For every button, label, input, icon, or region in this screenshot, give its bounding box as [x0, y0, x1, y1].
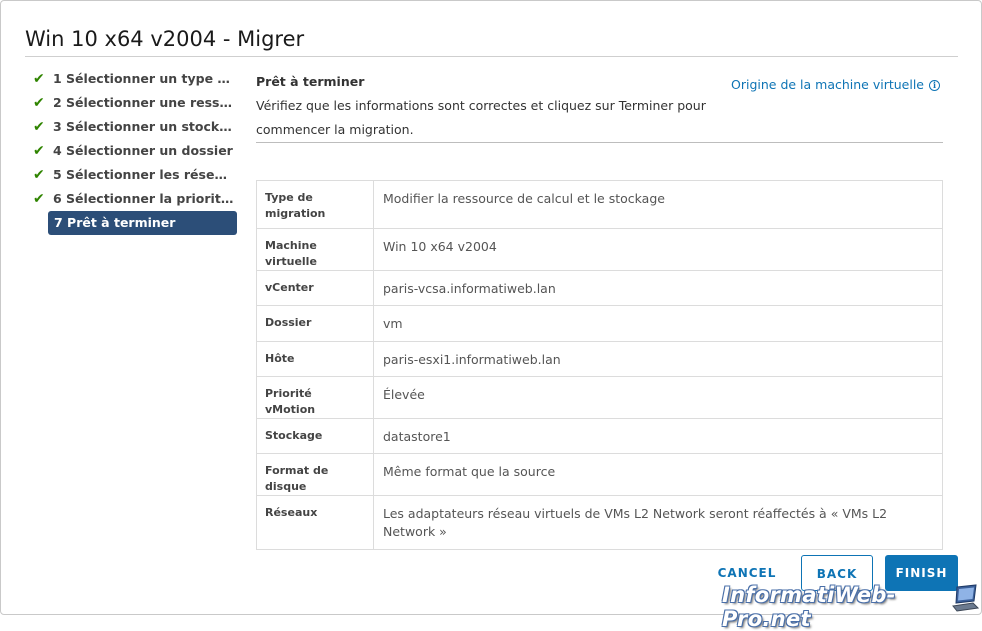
summary-key: Hôte	[256, 341, 374, 377]
summary-key: vCenter	[256, 270, 374, 306]
checkmark-icon: ✔	[33, 95, 45, 111]
vm-origin-link[interactable]: Origine de la machine virtuelle i	[731, 77, 940, 92]
table-row: Hôte paris-esxi1.informatiweb.lan	[256, 341, 943, 377]
summary-key: Machine virtuelle	[256, 228, 374, 271]
checkmark-icon: ✔	[33, 119, 45, 135]
summary-value: Win 10 x64 v2004	[373, 228, 943, 271]
checkmark-icon: ✔	[33, 191, 45, 207]
summary-key: Format de disque	[256, 453, 374, 496]
step-label: 4 Sélectionner un dossier	[53, 143, 233, 158]
wizard-steps: ✔ 1 Sélectionner un type de migration ✔ …	[31, 67, 239, 235]
step-migration-type[interactable]: ✔ 1 Sélectionner un type de migration	[31, 67, 239, 91]
summary-key: Priorité vMotion	[256, 376, 374, 419]
table-row: Machine virtuelle Win 10 x64 v2004	[256, 228, 943, 271]
step-vmotion-priority[interactable]: ✔ 6 Sélectionner la priorité vMotion	[31, 187, 239, 211]
step-networks[interactable]: ✔ 5 Sélectionner les réseaux	[31, 163, 239, 187]
step-storage[interactable]: ✔ 3 Sélectionner un stockage	[31, 115, 239, 139]
summary-value: paris-esxi1.informatiweb.lan	[373, 341, 943, 377]
summary-value: paris-vcsa.informatiweb.lan	[373, 270, 943, 306]
summary-key: Stockage	[256, 418, 374, 454]
summary-value: Même format que la source	[373, 453, 943, 496]
step-label: 2 Sélectionner une ressource de calcul	[53, 95, 235, 110]
step-ready-to-complete[interactable]: 7 Prêt à terminer	[48, 211, 237, 235]
step-label: 6 Sélectionner la priorité vMotion	[53, 191, 235, 206]
summary-value: Les adaptateurs réseau virtuels de VMs L…	[373, 495, 943, 550]
vm-origin-link-label: Origine de la machine virtuelle	[731, 77, 924, 92]
step-compute-resource[interactable]: ✔ 2 Sélectionner une ressource de calcul	[31, 91, 239, 115]
summary-value: Modifier la ressource de calcul et le st…	[373, 180, 943, 229]
title-divider	[25, 56, 958, 57]
summary-value: vm	[373, 305, 943, 342]
table-row: Réseaux Les adaptateurs réseau virtuels …	[256, 495, 943, 550]
step-folder[interactable]: ✔ 4 Sélectionner un dossier	[31, 139, 239, 163]
migrate-dialog: Win 10 x64 v2004 - Migrer ✔ 1 Sélectionn…	[0, 0, 982, 615]
content-description: Vérifiez que les informations sont corre…	[256, 98, 706, 137]
dialog-title: Win 10 x64 v2004 - Migrer	[25, 27, 305, 51]
content-divider	[256, 142, 943, 143]
summary-key: Dossier	[256, 305, 374, 342]
summary-value: Élevée	[373, 376, 943, 419]
info-icon: i	[929, 80, 940, 91]
checkmark-icon: ✔	[33, 143, 45, 159]
checkmark-icon: ✔	[33, 167, 45, 183]
watermark-text: InformatiWeb-Pro.net	[722, 583, 896, 631]
summary-table: Type de migration Modifier la ressource …	[256, 180, 943, 550]
laptop-logo-icon	[952, 584, 979, 612]
checkmark-icon: ✔	[33, 71, 45, 87]
step-label: 3 Sélectionner un stockage	[53, 119, 235, 134]
table-row: vCenter paris-vcsa.informatiweb.lan	[256, 270, 943, 306]
step-label: 7 Prêt à terminer	[54, 215, 176, 230]
summary-key: Type de migration	[256, 180, 374, 229]
step-label: 1 Sélectionner un type de migration	[53, 71, 235, 86]
table-row: Priorité vMotion Élevée	[256, 376, 943, 419]
summary-key: Réseaux	[256, 495, 374, 550]
table-row: Format de disque Même format que la sour…	[256, 453, 943, 496]
table-row: Stockage datastore1	[256, 418, 943, 454]
table-row: Dossier vm	[256, 305, 943, 342]
step-label: 5 Sélectionner les réseaux	[53, 167, 235, 182]
summary-value: datastore1	[373, 418, 943, 454]
table-row: Type de migration Modifier la ressource …	[256, 180, 943, 229]
content-heading: Prêt à terminer	[256, 74, 365, 89]
